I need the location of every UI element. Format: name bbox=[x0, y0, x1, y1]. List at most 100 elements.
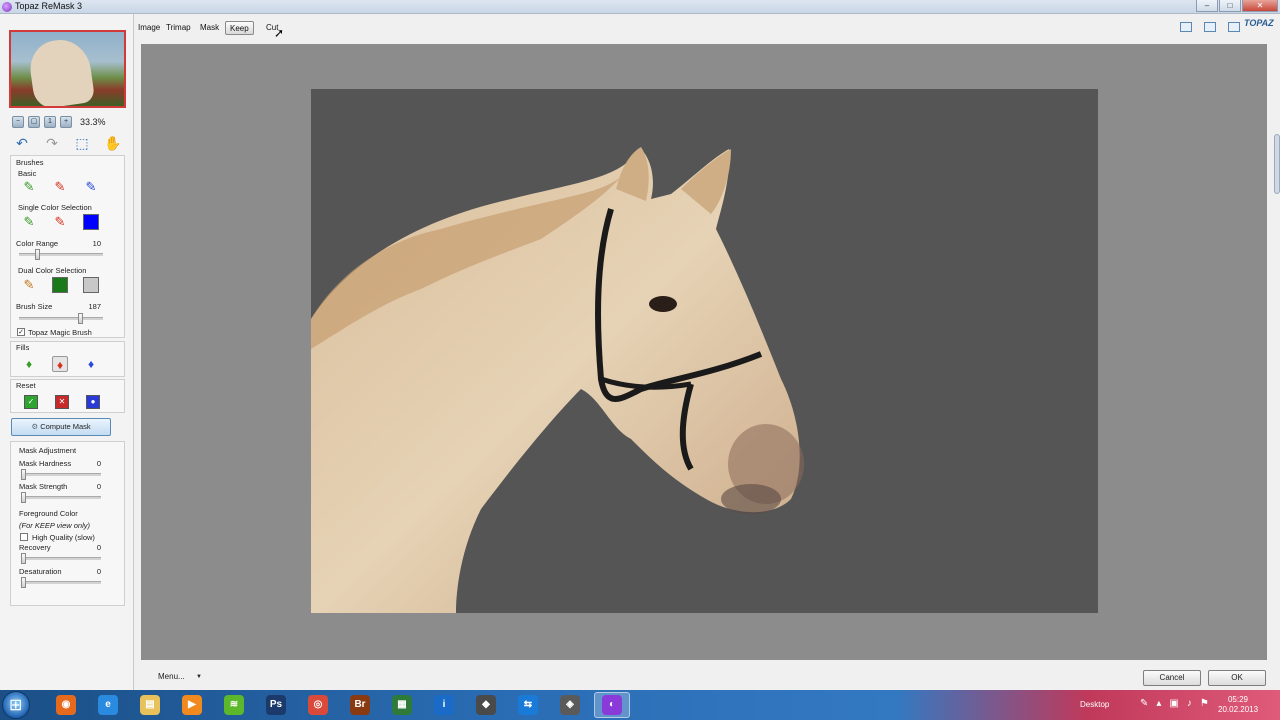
topaz-logo: TOPAZ bbox=[1244, 18, 1274, 28]
keep-fill-icon[interactable]: ♦ bbox=[21, 356, 37, 372]
taskbar-app-7[interactable]: ◎ bbox=[300, 692, 336, 718]
tab-image[interactable]: Image bbox=[134, 21, 164, 35]
clock[interactable]: 05:29 20.02.2013 bbox=[1218, 695, 1258, 715]
cut-fill-icon[interactable]: ♦ bbox=[52, 356, 68, 372]
color-range-label: Color Range bbox=[16, 239, 59, 248]
magic-brush-checkbox[interactable]: ✓ bbox=[17, 328, 25, 336]
tab-keep[interactable]: Keep bbox=[225, 21, 254, 35]
desktop-toolbar[interactable]: Desktop bbox=[1080, 700, 1109, 709]
zoom-actual-icon[interactable]: 1 bbox=[44, 116, 56, 128]
title-bar: Topaz ReMask 3 – □ ✕ bbox=[0, 0, 1280, 14]
reset-cut-icon[interactable]: ✕ bbox=[55, 395, 69, 409]
chrome-icon: ◎ bbox=[308, 695, 328, 715]
taskbar-app-9[interactable]: ▦ bbox=[384, 692, 420, 718]
mask-hardness-value: 0 bbox=[96, 459, 101, 468]
taskbar-app-4[interactable]: ▶ bbox=[174, 692, 210, 718]
cancel-button[interactable]: Cancel bbox=[1143, 670, 1201, 686]
dual-color-swatch-2[interactable] bbox=[83, 277, 99, 293]
start-button[interactable] bbox=[2, 691, 30, 719]
view-tabs: Image Trimap Mask Keep Cut ➚ TOPAZ bbox=[134, 14, 1280, 42]
zoom-out-icon[interactable]: − bbox=[12, 116, 24, 128]
canvas-area[interactable] bbox=[141, 44, 1267, 660]
ok-button[interactable]: OK bbox=[1208, 670, 1266, 686]
menu-button[interactable]: Menu... bbox=[158, 672, 185, 681]
taskbar-app-13[interactable]: ◈ bbox=[552, 692, 588, 718]
mask-strength-label: Mask Strength bbox=[19, 482, 68, 491]
navigator-thumbnail[interactable] bbox=[9, 30, 126, 108]
single-color-swatch[interactable] bbox=[83, 214, 99, 230]
taskbar-app-10[interactable]: i bbox=[426, 692, 462, 718]
recovery-thumb[interactable] bbox=[21, 553, 26, 564]
taskbar-app-5[interactable]: ≋ bbox=[216, 692, 252, 718]
color-range-slider[interactable] bbox=[19, 249, 103, 260]
taskbar-app-6[interactable]: Ps bbox=[258, 692, 294, 718]
dual-color-brush-icon[interactable]: ✎ bbox=[20, 276, 38, 294]
topaz-icon: ◐ bbox=[602, 695, 622, 715]
reset-panel: Reset ✓ ✕ ● bbox=[10, 379, 125, 413]
masked-image[interactable] bbox=[311, 89, 1098, 613]
dual-color-swatch-1[interactable] bbox=[52, 277, 68, 293]
desaturation-slider[interactable] bbox=[21, 577, 101, 588]
pen-icon[interactable]: ✎ bbox=[1140, 698, 1148, 709]
single-cut-brush-icon[interactable]: ✎ bbox=[51, 213, 69, 231]
taskbar-app-2[interactable]: e bbox=[90, 692, 126, 718]
high-quality-checkbox[interactable] bbox=[20, 533, 28, 541]
taskbar-app-12[interactable]: ⇆ bbox=[510, 692, 546, 718]
mask-hardness-label: Mask Hardness bbox=[19, 459, 72, 468]
taskbar-app-1[interactable]: ◉ bbox=[48, 692, 84, 718]
redo-icon[interactable]: ↷ bbox=[44, 135, 60, 151]
tray-arrow-icon[interactable]: ▴ bbox=[1156, 698, 1161, 709]
taskbar-app-11[interactable]: ◆ bbox=[468, 692, 504, 718]
media-player-icon: ▶ bbox=[182, 695, 202, 715]
split-view-icon[interactable] bbox=[1204, 22, 1216, 32]
zoom-value: 33.3% bbox=[80, 117, 106, 127]
single-keep-brush-icon[interactable]: ✎ bbox=[20, 213, 38, 231]
zoom-in-icon[interactable]: + bbox=[60, 116, 72, 128]
side-scroll-handle[interactable] bbox=[1274, 134, 1280, 194]
mask-strength-thumb[interactable] bbox=[21, 492, 26, 503]
maximize-button[interactable]: □ bbox=[1219, 0, 1241, 12]
mask-strength-slider[interactable] bbox=[21, 492, 101, 503]
reset-keep-icon[interactable]: ✓ bbox=[24, 395, 38, 409]
network-icon[interactable]: ▣ bbox=[1169, 698, 1178, 709]
ie-icon: e bbox=[98, 695, 118, 715]
taskbar-app-3[interactable]: ▤ bbox=[132, 692, 168, 718]
tab-trimap[interactable]: Trimap bbox=[162, 21, 195, 35]
brush-size-slider[interactable] bbox=[19, 313, 103, 324]
compute-mask-icon: ⚙ bbox=[31, 422, 41, 431]
flag-icon[interactable]: ⚑ bbox=[1200, 698, 1209, 709]
desaturation-thumb[interactable] bbox=[21, 577, 26, 588]
mask-hardness-slider[interactable] bbox=[21, 469, 101, 480]
taskbar-apps: ◉ e ▤ ▶ ≋ Ps ◎ Br ▦ i ◆ ⇆ ◈ ◐ bbox=[48, 692, 630, 718]
bridge-icon: Br bbox=[350, 695, 370, 715]
zoom-fit-icon[interactable]: ▢ bbox=[28, 116, 40, 128]
reset-compute-icon[interactable]: ● bbox=[86, 395, 100, 409]
mask-hardness-thumb[interactable] bbox=[21, 469, 26, 480]
main-area: Image Trimap Mask Keep Cut ➚ TOPAZ Menu.… bbox=[134, 14, 1280, 690]
mask-adjustment-heading: Mask Adjustment bbox=[19, 446, 77, 455]
dual-view-icon[interactable] bbox=[1228, 22, 1240, 32]
compute-fill-icon[interactable]: ♦ bbox=[83, 356, 99, 372]
hand-icon[interactable]: ✋ bbox=[104, 135, 121, 151]
cut-brush-icon[interactable]: ✎ bbox=[51, 178, 69, 196]
minimize-button[interactable]: – bbox=[1196, 0, 1218, 12]
taskbar-app-8[interactable]: Br bbox=[342, 692, 378, 718]
compute-brush-icon[interactable]: ✎ bbox=[82, 178, 100, 196]
menu-dropdown-icon[interactable]: ▼ bbox=[196, 674, 202, 680]
color-range-thumb[interactable] bbox=[35, 249, 40, 260]
marquee-icon[interactable]: ⬚ bbox=[74, 135, 90, 151]
close-button[interactable]: ✕ bbox=[1242, 0, 1278, 12]
taskbar-app-14[interactable]: ◐ bbox=[594, 692, 630, 718]
brush-size-thumb[interactable] bbox=[78, 313, 83, 324]
tab-mask[interactable]: Mask bbox=[196, 21, 223, 35]
compute-mask-button[interactable]: ⚙ Compute Mask bbox=[11, 418, 111, 436]
undo-icon[interactable]: ↶ bbox=[14, 135, 30, 151]
recovery-slider[interactable] bbox=[21, 553, 101, 564]
foreground-color-label: Foreground Color bbox=[19, 509, 78, 518]
single-view-icon[interactable] bbox=[1180, 22, 1192, 32]
app-icon-1: ▦ bbox=[392, 695, 412, 715]
volume-icon[interactable]: ♪ bbox=[1187, 698, 1192, 709]
keep-brush-icon[interactable]: ✎ bbox=[20, 178, 38, 196]
teamviewer-icon: ⇆ bbox=[518, 695, 538, 715]
brush-size-label: Brush Size bbox=[16, 302, 53, 311]
